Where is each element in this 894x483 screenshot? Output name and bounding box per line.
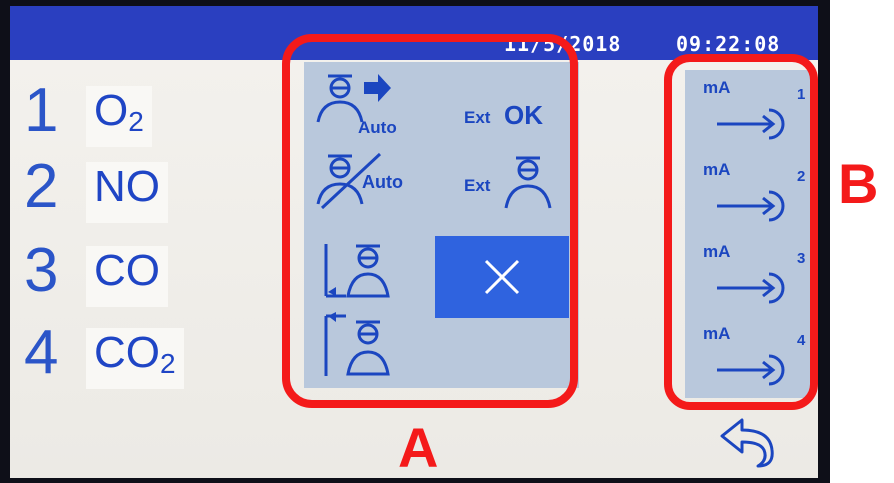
channel-gas: NO [86, 162, 168, 223]
channel-gas: CO [86, 246, 168, 307]
channel-number: 2 [24, 152, 59, 221]
status-time: 09:22:08 [676, 32, 781, 56]
channel-row-2[interactable]: 2 NO [10, 156, 250, 226]
annotation-box-a [282, 34, 578, 408]
channel-row-3[interactable]: 3 CO [10, 240, 250, 310]
back-button[interactable] [718, 416, 778, 475]
channel-gas: CO2 [86, 328, 184, 389]
annotation-box-b [664, 54, 818, 410]
back-arrow-icon [720, 418, 774, 468]
channel-row-4[interactable]: 4 CO2 [10, 322, 250, 392]
annotation-label-a: A [398, 416, 439, 479]
channel-number: 4 [24, 318, 59, 387]
channel-gas: O2 [86, 86, 152, 147]
channel-number: 1 [24, 76, 59, 145]
channel-number: 3 [24, 236, 59, 305]
channel-row-1[interactable]: 1 O2 [10, 80, 250, 150]
annotation-label-b: B [838, 152, 879, 215]
